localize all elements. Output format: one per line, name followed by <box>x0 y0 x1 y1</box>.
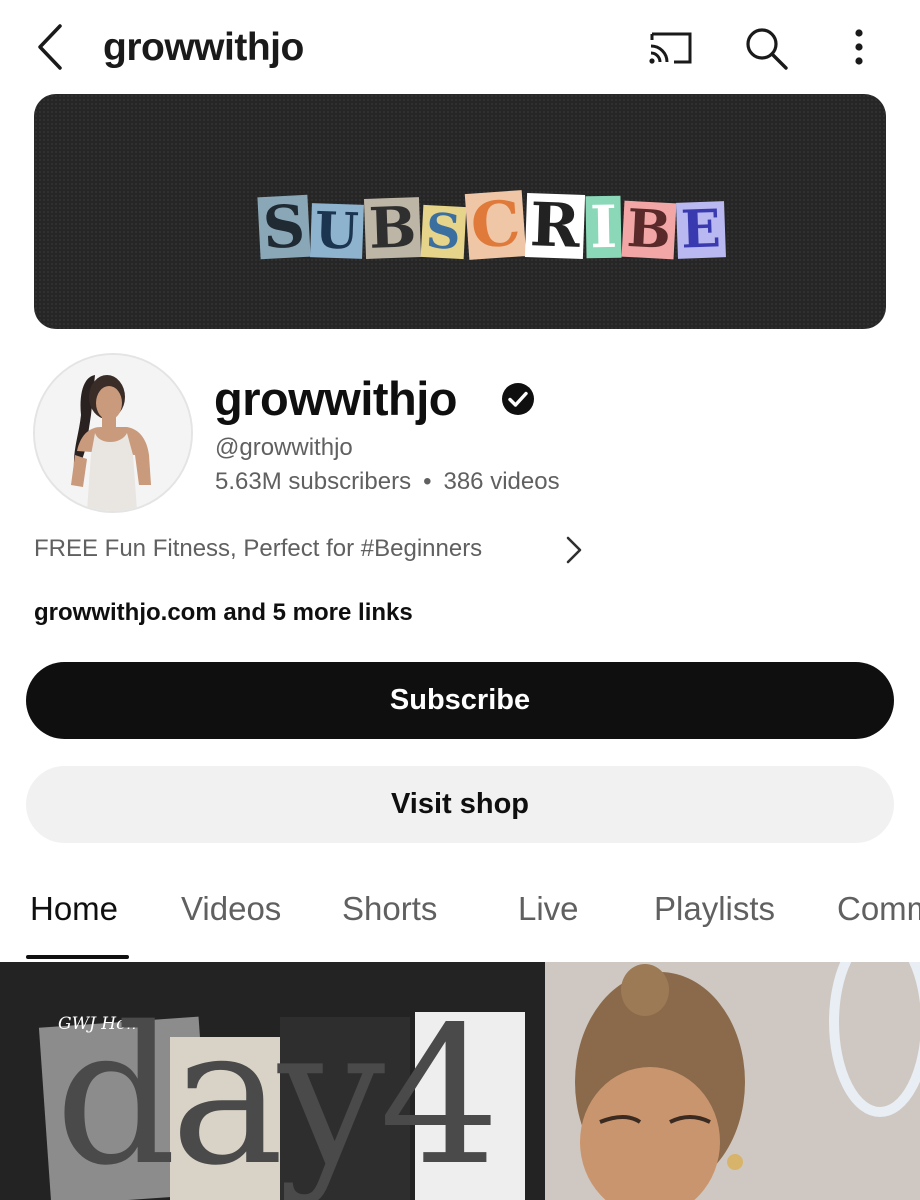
top-app-bar: growwithjo <box>0 0 920 95</box>
video-count: 386 videos <box>443 468 560 495</box>
more-vert-icon[interactable] <box>846 26 872 70</box>
tab-live[interactable]: Live <box>518 890 579 928</box>
avatar-portrait-image <box>35 355 191 511</box>
back-arrow-icon[interactable] <box>30 22 74 72</box>
banner-letter: B <box>363 194 421 262</box>
thumbnail-title-text: day4 <box>55 986 500 1200</box>
subscriber-count: 5.63M subscribers <box>215 468 412 495</box>
channel-stats: 5.63M subscribers • 386 videos <box>215 468 560 496</box>
channel-title: growwithjo <box>103 26 304 69</box>
channel-tabs: Home Videos Shorts Live Playlists Comm <box>0 870 920 963</box>
tab-shorts[interactable]: Shorts <box>342 890 437 928</box>
channel-banner: S U B S C R I B E <box>34 94 886 329</box>
banner-letter: U <box>309 200 364 261</box>
banner-letter: S <box>257 192 311 262</box>
banner-letter: E <box>675 198 726 261</box>
visit-shop-button[interactable]: Visit shop <box>26 766 894 843</box>
banner-letter: C <box>464 186 527 263</box>
banner-subscribe-collage: S U B S C R I B E <box>257 168 726 263</box>
verified-badge-icon <box>502 383 534 415</box>
channel-description[interactable]: FREE Fun Fitness, Perfect for #Beginners <box>34 535 482 563</box>
tab-playlists[interactable]: Playlists <box>654 890 775 928</box>
active-tab-indicator <box>26 955 129 959</box>
tab-videos[interactable]: Videos <box>181 890 281 928</box>
banner-letter: R <box>524 190 585 262</box>
tab-home[interactable]: Home <box>30 890 118 928</box>
subscribe-button[interactable]: Subscribe <box>26 662 894 739</box>
channel-name: growwithjo <box>214 372 458 425</box>
banner-letter: I <box>585 193 622 261</box>
chevron-right-icon[interactable] <box>562 534 586 566</box>
channel-handle: @growwithjo <box>215 434 353 461</box>
channel-avatar[interactable] <box>33 353 193 513</box>
tab-community[interactable]: Comm <box>837 890 920 928</box>
stats-separator: • <box>423 468 432 495</box>
channel-links[interactable]: growwithjo.com and 5 more links <box>34 599 413 627</box>
featured-video-thumbnail[interactable]: GWJ Home day4 <box>0 962 920 1200</box>
cast-icon[interactable] <box>646 28 696 68</box>
banner-letter: B <box>621 198 677 261</box>
search-icon[interactable] <box>742 24 790 72</box>
banner-letter: S <box>420 203 466 261</box>
